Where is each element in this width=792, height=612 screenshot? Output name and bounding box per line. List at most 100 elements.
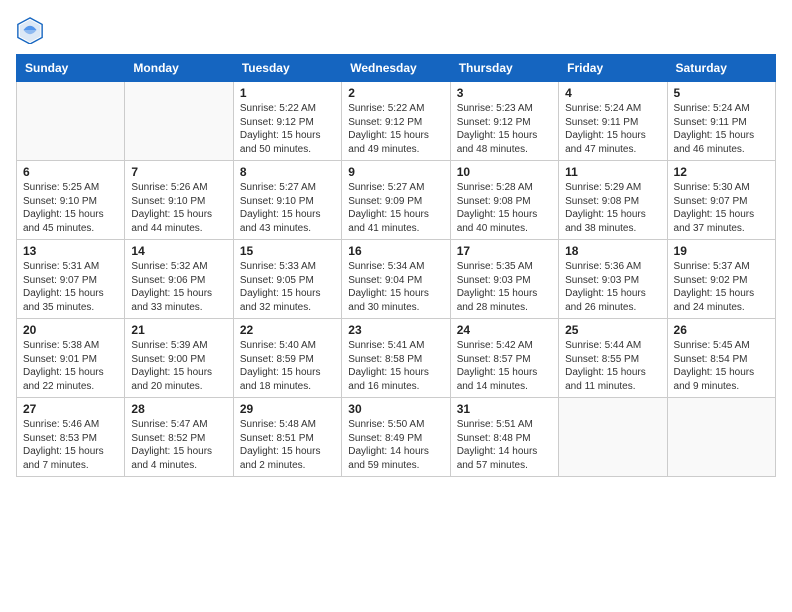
day-info: Sunrise: 5:48 AM Sunset: 8:51 PM Dayligh…: [240, 418, 335, 472]
day-info: Sunrise: 5:29 AM Sunset: 9:08 PM Dayligh…: [565, 181, 660, 235]
day-info: Sunrise: 5:41 AM Sunset: 8:58 PM Dayligh…: [348, 339, 443, 393]
day-number: 20: [23, 323, 118, 337]
weekday-header-sunday: Sunday: [17, 55, 125, 82]
day-info: Sunrise: 5:26 AM Sunset: 9:10 PM Dayligh…: [131, 181, 226, 235]
day-number: 21: [131, 323, 226, 337]
day-info: Sunrise: 5:39 AM Sunset: 9:00 PM Dayligh…: [131, 339, 226, 393]
calendar-cell: 23 Sunrise: 5:41 AM Sunset: 8:58 PM Dayli…: [342, 319, 450, 398]
day-number: 7: [131, 165, 226, 179]
calendar-cell: 7 Sunrise: 5:26 AM Sunset: 9:10 PM Daylig…: [125, 161, 233, 240]
day-number: 26: [674, 323, 769, 337]
calendar-cell: 6 Sunrise: 5:25 AM Sunset: 9:10 PM Daylig…: [17, 161, 125, 240]
calendar-cell: 5 Sunrise: 5:24 AM Sunset: 9:11 PM Daylig…: [667, 82, 775, 161]
calendar-cell: 12Sunrise: 5:30 AM Sunset: 9:07 PM Dayli…: [667, 161, 775, 240]
day-number: 30: [348, 402, 443, 416]
calendar-week-row-2: 6 Sunrise: 5:25 AM Sunset: 9:10 PM Daylig…: [17, 161, 776, 240]
day-info: Sunrise: 5:22 AM Sunset: 9:12 PM Dayligh…: [240, 102, 335, 156]
day-info: Sunrise: 5:35 AM Sunset: 9:03 PM Dayligh…: [457, 260, 552, 314]
calendar-cell: 9Sunrise: 5:27 AM Sunset: 9:09 PM Daylig…: [342, 161, 450, 240]
day-number: 18: [565, 244, 660, 258]
day-info: Sunrise: 5:24 AM Sunset: 9:11 PM Dayligh…: [565, 102, 660, 156]
day-number: 17: [457, 244, 552, 258]
calendar-week-row-5: 27 Sunrise: 5:46 AM Sunset: 8:53 PM Dayli…: [17, 398, 776, 477]
logo: [16, 16, 48, 44]
day-info: Sunrise: 5:28 AM Sunset: 9:08 PM Dayligh…: [457, 181, 552, 235]
calendar-cell: 21 Sunrise: 5:39 AM Sunset: 9:00 PM Dayli…: [125, 319, 233, 398]
day-number: 11: [565, 165, 660, 179]
day-info: Sunrise: 5:37 AM Sunset: 9:02 PM Dayligh…: [674, 260, 769, 314]
day-info: Sunrise: 5:22 AM Sunset: 9:12 PM Dayligh…: [348, 102, 443, 156]
calendar-cell: 18 Sunrise: 5:36 AM Sunset: 9:03 PM Dayli…: [559, 240, 667, 319]
calendar-cell: 29Sunrise: 5:48 AM Sunset: 8:51 PM Dayli…: [233, 398, 341, 477]
day-number: 5: [674, 86, 769, 100]
day-number: 27: [23, 402, 118, 416]
day-info: Sunrise: 5:36 AM Sunset: 9:03 PM Dayligh…: [565, 260, 660, 314]
day-info: Sunrise: 5:31 AM Sunset: 9:07 PM Dayligh…: [23, 260, 118, 314]
calendar-cell: 2 Sunrise: 5:22 AM Sunset: 9:12 PM Daylig…: [342, 82, 450, 161]
calendar-cell: 10 Sunrise: 5:28 AM Sunset: 9:08 PM Dayli…: [450, 161, 558, 240]
day-number: 15: [240, 244, 335, 258]
calendar-cell: 1 Sunrise: 5:22 AM Sunset: 9:12 PM Daylig…: [233, 82, 341, 161]
calendar-cell: 24Sunrise: 5:42 AM Sunset: 8:57 PM Dayli…: [450, 319, 558, 398]
weekday-header-friday: Friday: [559, 55, 667, 82]
weekday-header-monday: Monday: [125, 55, 233, 82]
calendar-cell: 16 Sunrise: 5:34 AM Sunset: 9:04 PM Dayli…: [342, 240, 450, 319]
calendar-cell: 3 Sunrise: 5:23 AM Sunset: 9:12 PM Daylig…: [450, 82, 558, 161]
day-info: Sunrise: 5:25 AM Sunset: 9:10 PM Dayligh…: [23, 181, 118, 235]
day-info: Sunrise: 5:27 AM Sunset: 9:10 PM Dayligh…: [240, 181, 335, 235]
day-info: Sunrise: 5:40 AM Sunset: 8:59 PM Dayligh…: [240, 339, 335, 393]
day-info: Sunrise: 5:24 AM Sunset: 9:11 PM Dayligh…: [674, 102, 769, 156]
day-info: Sunrise: 5:23 AM Sunset: 9:12 PM Dayligh…: [457, 102, 552, 156]
calendar-cell: 30 Sunrise: 5:50 AM Sunset: 8:49 PM Dayli…: [342, 398, 450, 477]
calendar-cell: 13 Sunrise: 5:31 AM Sunset: 9:07 PM Dayli…: [17, 240, 125, 319]
day-info: Sunrise: 5:50 AM Sunset: 8:49 PM Dayligh…: [348, 418, 443, 472]
calendar-cell: 22 Sunrise: 5:40 AM Sunset: 8:59 PM Dayli…: [233, 319, 341, 398]
logo-icon: [16, 16, 44, 44]
day-number: 22: [240, 323, 335, 337]
day-number: 16: [348, 244, 443, 258]
weekday-header-wednesday: Wednesday: [342, 55, 450, 82]
calendar-cell: 17 Sunrise: 5:35 AM Sunset: 9:03 PM Dayli…: [450, 240, 558, 319]
calendar-cell: 14Sunrise: 5:32 AM Sunset: 9:06 PM Dayli…: [125, 240, 233, 319]
day-number: 24: [457, 323, 552, 337]
day-info: Sunrise: 5:34 AM Sunset: 9:04 PM Dayligh…: [348, 260, 443, 314]
weekday-header-tuesday: Tuesday: [233, 55, 341, 82]
day-number: 4: [565, 86, 660, 100]
calendar-cell: [667, 398, 775, 477]
day-info: Sunrise: 5:44 AM Sunset: 8:55 PM Dayligh…: [565, 339, 660, 393]
day-info: Sunrise: 5:51 AM Sunset: 8:48 PM Dayligh…: [457, 418, 552, 472]
day-number: 13: [23, 244, 118, 258]
calendar-cell: 8 Sunrise: 5:27 AM Sunset: 9:10 PM Daylig…: [233, 161, 341, 240]
weekday-header-thursday: Thursday: [450, 55, 558, 82]
calendar-cell: [17, 82, 125, 161]
calendar-cell: 15 Sunrise: 5:33 AM Sunset: 9:05 PM Dayli…: [233, 240, 341, 319]
day-number: 2: [348, 86, 443, 100]
day-info: Sunrise: 5:33 AM Sunset: 9:05 PM Dayligh…: [240, 260, 335, 314]
calendar-cell: [559, 398, 667, 477]
day-number: 6: [23, 165, 118, 179]
calendar-cell: 31 Sunrise: 5:51 AM Sunset: 8:48 PM Dayli…: [450, 398, 558, 477]
day-info: Sunrise: 5:30 AM Sunset: 9:07 PM Dayligh…: [674, 181, 769, 235]
calendar-cell: 26Sunrise: 5:45 AM Sunset: 8:54 PM Dayli…: [667, 319, 775, 398]
day-number: 23: [348, 323, 443, 337]
day-info: Sunrise: 5:46 AM Sunset: 8:53 PM Dayligh…: [23, 418, 118, 472]
calendar-cell: 20 Sunrise: 5:38 AM Sunset: 9:01 PM Dayli…: [17, 319, 125, 398]
day-number: 25: [565, 323, 660, 337]
calendar-cell: [125, 82, 233, 161]
page-header: [16, 16, 776, 44]
day-number: 9: [348, 165, 443, 179]
day-number: 10: [457, 165, 552, 179]
calendar-week-row-3: 13 Sunrise: 5:31 AM Sunset: 9:07 PM Dayli…: [17, 240, 776, 319]
day-number: 8: [240, 165, 335, 179]
day-number: 3: [457, 86, 552, 100]
day-info: Sunrise: 5:38 AM Sunset: 9:01 PM Dayligh…: [23, 339, 118, 393]
day-info: Sunrise: 5:47 AM Sunset: 8:52 PM Dayligh…: [131, 418, 226, 472]
weekday-header-saturday: Saturday: [667, 55, 775, 82]
calendar-cell: 11 Sunrise: 5:29 AM Sunset: 9:08 PM Dayli…: [559, 161, 667, 240]
calendar-week-row-4: 20 Sunrise: 5:38 AM Sunset: 9:01 PM Dayli…: [17, 319, 776, 398]
calendar-cell: 19 Sunrise: 5:37 AM Sunset: 9:02 PM Dayli…: [667, 240, 775, 319]
day-number: 19: [674, 244, 769, 258]
day-number: 28: [131, 402, 226, 416]
day-number: 31: [457, 402, 552, 416]
day-number: 1: [240, 86, 335, 100]
